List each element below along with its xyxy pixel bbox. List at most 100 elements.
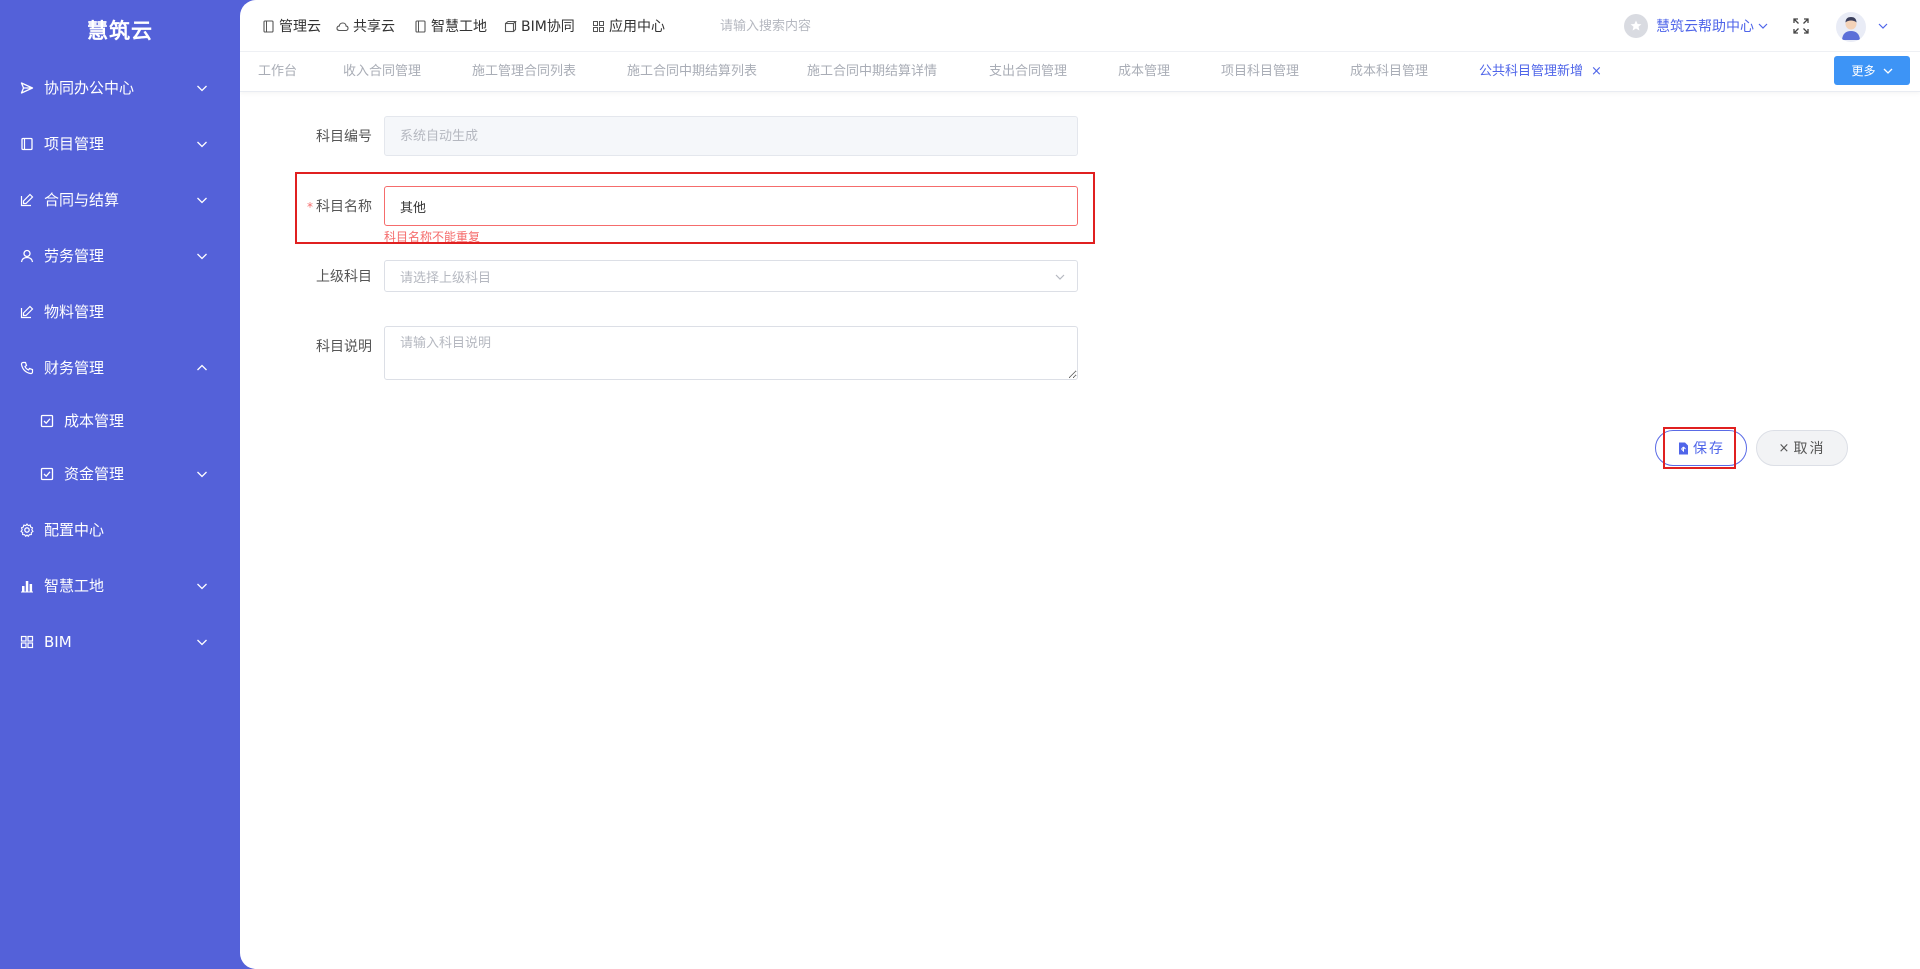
- subject-desc-label: 科目说明: [316, 339, 372, 355]
- cancel-label: 取消: [1793, 441, 1826, 457]
- required-mark: *: [307, 200, 313, 214]
- subject-name-label: * 科目名称: [240, 196, 372, 216]
- top-menu-label: 智慧工地: [431, 19, 487, 35]
- top-menu-shared-cloud[interactable]: 共享云: [336, 0, 395, 52]
- tab-expense-contract[interactable]: 支出合同管理: [989, 52, 1067, 92]
- user-icon: [1842, 17, 1860, 40]
- sidebar-subitem-funds[interactable]: 资金管理: [0, 454, 240, 494]
- parent-subject-label: 上级科目: [316, 269, 372, 285]
- sidebar-item-label: 智慧工地: [44, 577, 105, 595]
- parent-subject-select[interactable]: 请选择上级科目: [384, 260, 1078, 292]
- tab-label: 公共科目管理新增: [1479, 64, 1584, 79]
- fullscreen-icon[interactable]: [1792, 17, 1810, 35]
- top-menu-label: 应用中心: [609, 19, 665, 35]
- tab-income-contract[interactable]: 收入合同管理: [343, 52, 421, 92]
- sidebar-item-label: 财务管理: [44, 359, 105, 377]
- sidebar-item-label: 成本管理: [64, 412, 125, 430]
- top-menu-bim-collab[interactable]: BIM协同: [504, 0, 575, 52]
- sidebar: 慧筑云 协同办公中心 项目管理 合同与结算 劳务管理 物料管理 财务管理 成本管…: [0, 0, 240, 969]
- book-icon: [21, 137, 33, 151]
- sidebar-item-label: 资金管理: [64, 465, 125, 483]
- parent-subject-placeholder: 请选择上级科目: [400, 270, 492, 286]
- content-panel: 管理云 共享云 智慧工地 BIM协同 应用中心 慧筑云帮助中心: [240, 0, 1920, 969]
- sidebar-item-finance[interactable]: 财务管理: [0, 348, 240, 388]
- tabs-bar: 工作台 收入合同管理 施工管理合同列表 施工合同中期结算列表 施工合同中期结算详…: [240, 52, 1920, 92]
- sidebar-item-label: BIM: [44, 633, 72, 651]
- edit-icon: [20, 305, 34, 319]
- sidebar-item-label: 协同办公中心: [44, 79, 135, 97]
- tab-project-subject[interactable]: 项目科目管理: [1221, 52, 1299, 92]
- save-button[interactable]: 保存: [1655, 430, 1747, 466]
- send-icon: [20, 82, 34, 94]
- user-avatar[interactable]: [1836, 12, 1866, 42]
- subject-name-label-text: 科目名称: [316, 199, 372, 215]
- sidebar-item-contract[interactable]: 合同与结算: [0, 180, 240, 220]
- chevron-down-icon: [1758, 23, 1768, 29]
- sidebar-item-collab-office[interactable]: 协同办公中心: [0, 68, 240, 108]
- chevron-down-icon: [197, 639, 207, 646]
- tab-public-subject-add[interactable]: 公共科目管理新增 ×: [1479, 52, 1602, 92]
- sidebar-item-label: 项目管理: [44, 135, 105, 153]
- top-menu-label: 管理云: [279, 19, 321, 35]
- chevron-down-icon: [197, 85, 207, 92]
- sidebar-item-label: 合同与结算: [44, 191, 120, 209]
- tab-interim-settlement-list[interactable]: 施工合同中期结算列表: [627, 52, 757, 92]
- bar-chart-icon: [21, 581, 33, 593]
- tab-cost-subject[interactable]: 成本科目管理: [1350, 52, 1428, 92]
- close-icon: ×: [1778, 440, 1790, 456]
- cancel-button[interactable]: × 取消: [1756, 430, 1848, 466]
- top-header: 管理云 共享云 智慧工地 BIM协同 应用中心 慧筑云帮助中心: [240, 0, 1920, 52]
- tab-cost-management[interactable]: 成本管理: [1118, 52, 1170, 92]
- subject-code-field: [384, 116, 1078, 156]
- chevron-down-icon: [1055, 274, 1065, 280]
- top-menu-label: BIM协同: [521, 19, 575, 35]
- close-icon[interactable]: ×: [1591, 52, 1602, 92]
- tab-interim-settlement-detail[interactable]: 施工合同中期结算详情: [807, 52, 937, 92]
- top-menu-management-cloud[interactable]: 管理云: [262, 0, 321, 52]
- sidebar-item-labor[interactable]: 劳务管理: [0, 236, 240, 276]
- top-menu-smart-site[interactable]: 智慧工地: [414, 0, 487, 52]
- top-menu-app-center[interactable]: 应用中心: [592, 0, 665, 52]
- top-menu-label: 共享云: [353, 19, 395, 35]
- phone-icon: [20, 361, 34, 375]
- checkbox-icon: [40, 414, 54, 428]
- brand-logo: 慧筑云: [87, 19, 153, 43]
- sidebar-item-label: 劳务管理: [44, 247, 105, 265]
- edit-icon: [20, 193, 34, 207]
- star-icon: [1630, 20, 1642, 31]
- sidebar-item-label: 配置中心: [44, 521, 105, 539]
- subject-name-field[interactable]: [384, 186, 1078, 226]
- sidebar-item-project[interactable]: 项目管理: [0, 124, 240, 164]
- sidebar-item-label: 物料管理: [44, 303, 105, 321]
- help-avatar: [1624, 14, 1648, 38]
- grid-icon: [593, 20, 604, 32]
- gear-icon: [20, 523, 34, 537]
- chevron-down-icon: [197, 141, 207, 148]
- search-input[interactable]: [720, 13, 920, 39]
- chevron-down-icon: [197, 583, 207, 590]
- more-tabs-button[interactable]: 更多: [1834, 56, 1910, 85]
- more-label: 更多: [1851, 64, 1876, 78]
- tab-workbench[interactable]: 工作台: [258, 52, 297, 92]
- sidebar-subitem-cost[interactable]: 成本管理: [0, 401, 240, 441]
- subject-name-error: 科目名称不能重复: [384, 230, 481, 244]
- chevron-down-icon: [197, 253, 207, 260]
- help-center-menu[interactable]: 慧筑云帮助中心: [1624, 13, 1768, 39]
- checkbox-icon: [40, 467, 54, 481]
- sidebar-item-material[interactable]: 物料管理: [0, 292, 240, 332]
- sidebar-item-config[interactable]: 配置中心: [0, 510, 240, 550]
- chevron-down-icon: [1883, 68, 1892, 74]
- doc-icon: [415, 19, 426, 33]
- chevron-down-icon[interactable]: [1878, 22, 1888, 30]
- subject-desc-textarea[interactable]: [384, 326, 1078, 380]
- help-center-label: 慧筑云帮助中心: [1656, 19, 1754, 35]
- sidebar-item-bim[interactable]: BIM: [0, 622, 240, 662]
- chevron-down-icon: [197, 197, 207, 204]
- subject-code-label: 科目编号: [316, 129, 372, 145]
- chevron-up-icon: [197, 364, 207, 371]
- tab-construction-contract-list[interactable]: 施工管理合同列表: [472, 52, 576, 92]
- grid-icon: [20, 635, 34, 649]
- chevron-down-icon: [197, 471, 207, 478]
- sidebar-item-smart-site[interactable]: 智慧工地: [0, 566, 240, 606]
- worker-icon: [20, 249, 34, 263]
